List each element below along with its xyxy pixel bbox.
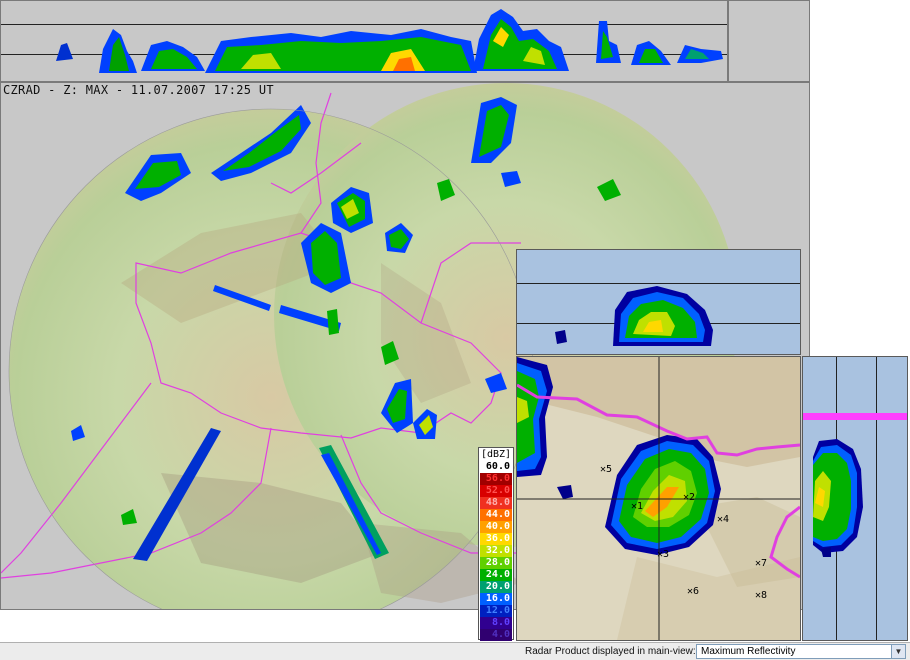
legend-level: 44.0	[480, 509, 512, 521]
legend-level: 16.0	[480, 593, 512, 605]
marker-4: ✕4	[717, 514, 730, 525]
marker-5: ✕5	[600, 464, 613, 475]
legend-level: 4.0	[480, 629, 512, 641]
legend-level: 60.0	[480, 461, 512, 473]
zoom-right-echo	[813, 439, 863, 557]
zoom-right-cross-section	[802, 356, 908, 641]
legend-level: 40.0	[480, 521, 512, 533]
legend-level: 24.0	[480, 569, 512, 581]
legend-level: 32.0	[480, 545, 512, 557]
legend-level: 52.0	[480, 485, 512, 497]
product-select-value: Maximum Reflectivity	[701, 646, 796, 657]
top-cross-section-echoes	[56, 9, 723, 73]
product-select[interactable]: Maximum Reflectivity ▼	[696, 644, 906, 659]
marker-7: ✕7	[755, 558, 768, 569]
legend-level: 8.0	[480, 617, 512, 629]
corner-panel	[728, 0, 810, 82]
legend-level: 20.0	[480, 581, 512, 593]
dbz-legend: [dBZ] 60.0 56.0 52.0 48.0 44.0 40.0 36.0…	[478, 447, 514, 641]
legend-level: 28.0	[480, 557, 512, 569]
marker-3: ✕3	[657, 549, 670, 560]
status-bar: Radar Product displayed in main-view: Ma…	[0, 642, 910, 660]
chevron-down-icon[interactable]: ▼	[891, 645, 905, 658]
zoom-top-cross-section	[516, 249, 801, 355]
legend-unit: [dBZ]	[480, 449, 512, 460]
legend-level: 12.0	[480, 605, 512, 617]
status-label: Radar Product displayed in main-view:	[525, 646, 696, 657]
top-cross-section-panel	[0, 0, 728, 82]
marker-1: ✕1	[631, 501, 644, 512]
legend-level: 48.0	[480, 497, 512, 509]
zoom-top-echo	[555, 286, 713, 346]
marker-6: ✕6	[687, 586, 700, 597]
marker-8: ✕8	[755, 590, 768, 601]
zoom-main-view: ✕1 ✕2 ✕3 ✕4 ✕5 ✕6 ✕7 ✕8	[516, 356, 801, 641]
map-title: CZRAD - Z: MAX - 11.07.2007 17:25 UT	[3, 83, 274, 97]
legend-level: 56.0	[480, 473, 512, 485]
legend-level: 36.0	[480, 533, 512, 545]
marker-2: ✕2	[683, 492, 696, 503]
